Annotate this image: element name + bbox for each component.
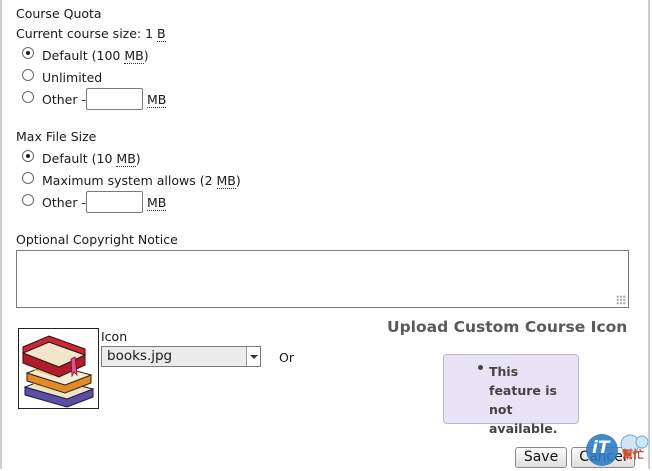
current-size-label: Current course size: 1 bbox=[16, 26, 154, 41]
logo-text: iT bbox=[592, 438, 610, 458]
page-border-left bbox=[0, 0, 2, 469]
filesize-default-radio[interactable] bbox=[22, 150, 34, 162]
filesize-default-label: Default (10 MB) bbox=[42, 151, 141, 167]
resize-grip-icon[interactable] bbox=[616, 295, 626, 305]
quota-other-radio[interactable] bbox=[22, 91, 34, 103]
ithome-logo: iT 幫忙 bbox=[584, 432, 650, 468]
save-button[interactable]: Save bbox=[515, 447, 567, 468]
bullet-icon bbox=[478, 365, 483, 370]
icon-select[interactable]: books.jpg bbox=[101, 346, 261, 367]
filesize-max-system-label: Maximum system allows (2 MB) bbox=[42, 173, 241, 189]
icon-select-value: books.jpg bbox=[107, 348, 173, 364]
quota-other-label: Other - bbox=[42, 92, 86, 107]
filesize-max-system-radio[interactable] bbox=[22, 172, 34, 184]
quota-other-unit: MB bbox=[147, 92, 167, 108]
course-quota-heading: Course Quota bbox=[16, 6, 102, 21]
quota-unlimited-label: Unlimited bbox=[42, 70, 103, 85]
page-border-right bbox=[648, 0, 650, 469]
copyright-textarea[interactable] bbox=[16, 250, 629, 308]
or-label: Or bbox=[279, 350, 294, 365]
chevron-down-icon[interactable] bbox=[246, 347, 260, 366]
course-icon-image bbox=[18, 328, 99, 409]
max-file-size-heading: Max File Size bbox=[16, 129, 97, 144]
quota-other-input[interactable] bbox=[86, 88, 143, 110]
current-size-unit: B bbox=[157, 26, 166, 42]
copyright-label: Optional Copyright Notice bbox=[16, 232, 178, 247]
current-course-size: Current course size: 1 B bbox=[16, 26, 166, 42]
filesize-other-label: Other - bbox=[42, 195, 86, 210]
upload-custom-icon-heading: Upload Custom Course Icon bbox=[387, 318, 628, 336]
icon-label: Icon bbox=[101, 329, 128, 344]
quota-default-label: Default (100 MB) bbox=[42, 48, 149, 64]
filesize-other-radio[interactable] bbox=[22, 194, 34, 206]
books-icon bbox=[21, 335, 95, 408]
feature-unavailable-text: This feature is not available. bbox=[489, 364, 558, 436]
quota-default-radio[interactable] bbox=[22, 47, 34, 59]
quota-unlimited-radio[interactable] bbox=[22, 69, 34, 81]
logo-subtext: 幫忙 bbox=[622, 448, 644, 461]
filesize-other-unit: MB bbox=[147, 195, 167, 211]
filesize-other-input[interactable] bbox=[86, 191, 143, 213]
feature-unavailable-notice: This feature is not available. bbox=[443, 354, 579, 436]
